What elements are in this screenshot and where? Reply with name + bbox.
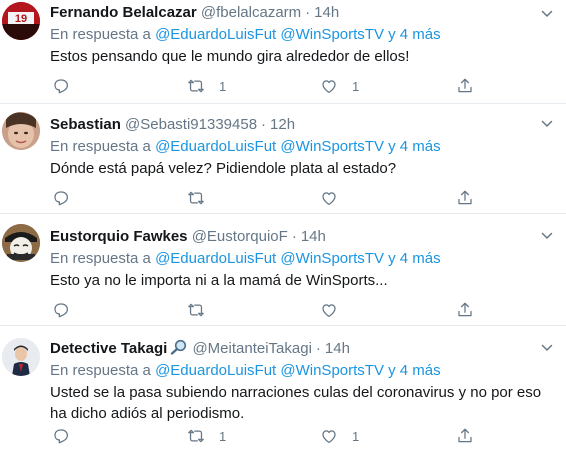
reply-context: En respuesta a @EduardoLuisFut @WinSport… xyxy=(50,361,441,381)
like-count: 1 xyxy=(352,428,360,444)
tweet-header: Sebastian @Sebasti91339458 · 12h xyxy=(50,115,295,135)
share-button[interactable] xyxy=(456,76,474,96)
reply-more-link[interactable]: y 4 más xyxy=(388,362,441,379)
author-handle[interactable]: @fbelalcazarm xyxy=(201,4,301,21)
share-button[interactable] xyxy=(456,426,474,446)
tweet[interactable]: Sebastian @Sebasti91339458 · 12h En respue… xyxy=(0,104,566,214)
reply-more-link[interactable]: y 4 más xyxy=(388,250,441,267)
separator-dot: · xyxy=(315,340,321,357)
like-icon xyxy=(322,304,336,318)
like-icon xyxy=(322,192,336,206)
retweet-button[interactable]: 1 xyxy=(187,76,226,96)
author-handle[interactable]: @Sebasti91339458 xyxy=(125,116,257,133)
tweet-text: Esto ya no le importa ni a la mamá de Wi… xyxy=(50,272,388,289)
reply-users-link[interactable]: @EduardoLuisFut @WinSportsTV xyxy=(155,250,384,267)
timestamp[interactable]: 14h xyxy=(314,4,339,21)
tweet-header: Detective Takagi @MeitanteiTakagi · 14h xyxy=(50,339,350,359)
author-handle[interactable]: @MeitanteiTakagi xyxy=(192,340,311,357)
reply-icon xyxy=(54,191,69,206)
retweet-icon xyxy=(188,429,204,443)
reply-users-link[interactable]: @EduardoLuisFut @WinSportsTV xyxy=(155,138,384,155)
like-button[interactable]: 1 xyxy=(320,426,359,446)
retweet-count: 1 xyxy=(219,428,227,444)
share-button[interactable] xyxy=(456,300,474,320)
tweet-text: Estos pensando que le mundo gira alreded… xyxy=(50,48,410,65)
like-count: 1 xyxy=(352,78,360,94)
tweet-actions xyxy=(50,300,472,320)
avatar-image xyxy=(2,224,40,262)
tweet-actions xyxy=(50,188,472,208)
tweet[interactable]: 19 Fernando Belalcazar @fbelalcazarm · 14h… xyxy=(0,0,566,104)
like-button[interactable] xyxy=(320,300,352,320)
avatar[interactable] xyxy=(2,224,40,262)
like-button[interactable]: 1 xyxy=(320,76,359,96)
author-name[interactable]: Fernando Belalcazar xyxy=(50,4,197,21)
separator-dot: · xyxy=(291,228,297,245)
retweet-icon xyxy=(188,79,204,93)
reply-users-link[interactable]: @EduardoLuisFut @WinSportsTV xyxy=(155,362,384,379)
avatar[interactable]: 19 xyxy=(2,2,40,40)
tweet-actions: 1 1 xyxy=(50,426,472,446)
share-icon xyxy=(458,78,472,93)
reply-button[interactable] xyxy=(52,76,70,96)
author-name[interactable]: Eustorquio Fawkes xyxy=(50,228,188,245)
tweet-feed: 19 Fernando Belalcazar @fbelalcazarm · 14h… xyxy=(0,0,566,450)
reply-prefix: En respuesta a xyxy=(50,250,151,267)
retweet-count: 1 xyxy=(219,78,227,94)
share-icon xyxy=(458,302,472,317)
like-icon xyxy=(322,80,336,94)
reply-prefix: En respuesta a xyxy=(50,362,151,379)
retweet-button[interactable] xyxy=(187,188,219,208)
caret-down-icon[interactable] xyxy=(540,117,554,131)
tweet-text: Dónde está papá velez? Pidiendole plata … xyxy=(50,160,397,177)
tweet-header: Fernando Belalcazar @fbelalcazarm · 14h xyxy=(50,3,339,23)
retweet-icon xyxy=(188,303,204,317)
reply-button[interactable] xyxy=(52,426,70,446)
reply-more-link[interactable]: y 4 más xyxy=(388,138,441,155)
svg-text:19: 19 xyxy=(15,13,27,25)
retweet-button[interactable] xyxy=(187,300,219,320)
avatar-image: 19 xyxy=(2,2,40,40)
avatar-image xyxy=(2,338,40,376)
share-icon xyxy=(458,428,472,443)
reply-more-link[interactable]: y 4 más xyxy=(388,26,441,43)
reply-icon xyxy=(54,79,69,94)
retweet-icon xyxy=(188,191,204,205)
reply-context: En respuesta a @EduardoLuisFut @WinSport… xyxy=(50,25,441,45)
retweet-button[interactable]: 1 xyxy=(187,426,226,446)
avatar[interactable] xyxy=(2,112,40,150)
reply-button[interactable] xyxy=(52,188,70,208)
reply-icon xyxy=(54,303,69,318)
author-handle[interactable]: @EustorquioF xyxy=(192,228,288,245)
like-icon xyxy=(322,430,336,444)
reply-context: En respuesta a @EduardoLuisFut @WinSport… xyxy=(50,249,441,269)
magnifier-emoji-icon xyxy=(171,339,187,355)
avatar-image xyxy=(2,112,40,150)
tweet[interactable]: Eustorquio Fawkes @EustorquioF · 14h En re… xyxy=(0,214,566,326)
caret-down-icon[interactable] xyxy=(540,229,554,243)
reply-button[interactable] xyxy=(52,300,70,320)
reply-prefix: En respuesta a xyxy=(50,26,151,43)
tweet[interactable]: Detective Takagi @MeitanteiTakagi · 14h En… xyxy=(0,326,566,450)
share-icon xyxy=(458,190,472,205)
timestamp[interactable]: 12h xyxy=(270,116,295,133)
reply-icon xyxy=(54,429,69,444)
caret-down-icon[interactable] xyxy=(540,341,554,355)
caret-down-icon[interactable] xyxy=(540,7,554,21)
avatar[interactable] xyxy=(2,338,40,376)
author-name[interactable]: Detective Takagi xyxy=(50,340,167,357)
share-button[interactable] xyxy=(456,188,474,208)
timestamp[interactable]: 14h xyxy=(325,340,350,357)
reply-prefix: En respuesta a xyxy=(50,138,151,155)
reply-context: En respuesta a @EduardoLuisFut @WinSport… xyxy=(50,137,441,157)
author-name[interactable]: Sebastian xyxy=(50,116,121,133)
tweet-header: Eustorquio Fawkes @EustorquioF · 14h xyxy=(50,227,326,247)
tweet-actions: 1 1 xyxy=(50,76,472,96)
reply-users-link[interactable]: @EduardoLuisFut @WinSportsTV xyxy=(155,26,384,43)
separator-dot: · xyxy=(261,116,267,133)
like-button[interactable] xyxy=(320,188,352,208)
tweet-text: Usted se la pasa subiendo narraciones cu… xyxy=(50,384,542,422)
separator-dot: · xyxy=(305,4,311,21)
timestamp[interactable]: 14h xyxy=(301,228,326,245)
